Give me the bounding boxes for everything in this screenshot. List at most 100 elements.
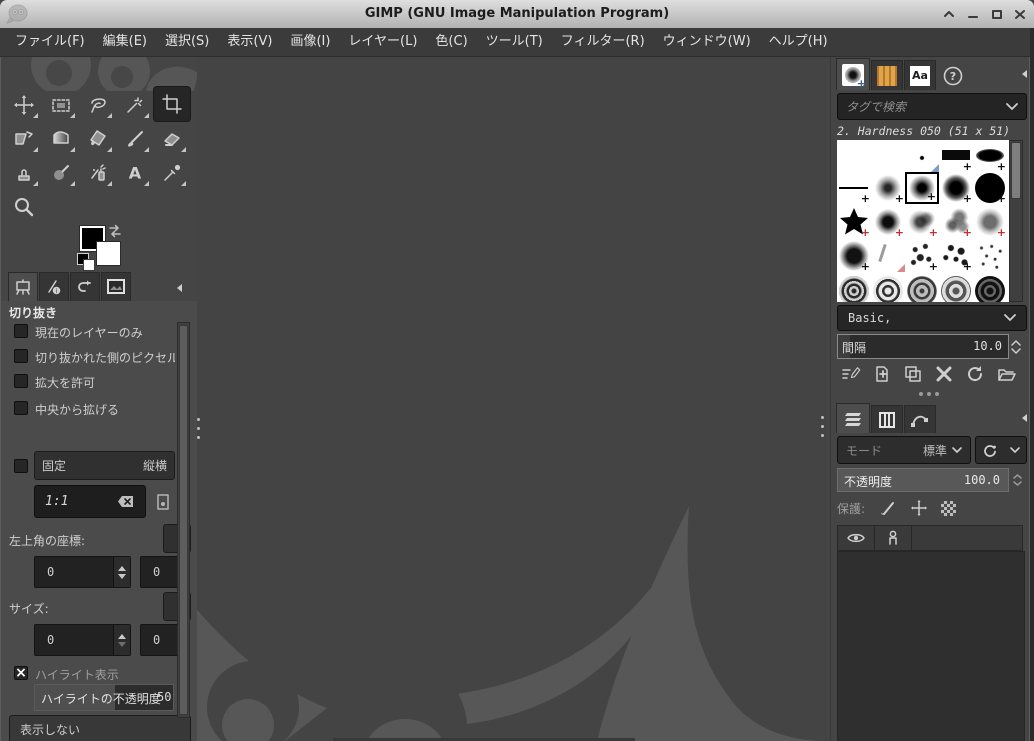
menu-colors[interactable]: 色(C) — [426, 28, 476, 56]
brush-thumbnail[interactable] — [871, 240, 905, 272]
menu-edit[interactable]: 編集(E) — [94, 28, 156, 56]
paintbrush-tool[interactable] — [118, 122, 152, 155]
menu-file[interactable]: ファイル(F) — [6, 28, 94, 56]
position-x-spinner[interactable]: 0 — [34, 556, 131, 588]
left-splitter-handle[interactable] — [197, 418, 200, 421]
free-select-tool[interactable] — [81, 88, 115, 121]
tab-images[interactable] — [101, 272, 131, 301]
clone-tool[interactable] — [7, 156, 41, 189]
brush-thumbnail[interactable]: + — [939, 206, 973, 238]
text-tool[interactable]: A — [118, 156, 152, 189]
opacity-spinner[interactable] — [1011, 468, 1024, 492]
clear-icon[interactable] — [117, 495, 135, 508]
brush-thumbnail[interactable] — [973, 240, 1007, 272]
color-picker-tool[interactable] — [155, 156, 189, 189]
aspect-ratio-input[interactable]: 1:1 — [34, 485, 146, 518]
lock-position-icon[interactable] — [910, 499, 928, 517]
tab-fonts[interactable]: Aa — [904, 60, 936, 90]
tab-device-status[interactable]: i — [39, 272, 69, 301]
brush-thumbnail[interactable] — [905, 274, 939, 302]
layer-list[interactable] — [837, 551, 1025, 741]
visibility-column[interactable] — [838, 526, 875, 550]
brush-thumbnail[interactable]: + — [973, 206, 1007, 238]
transform-tool[interactable] — [7, 122, 41, 155]
menu-tools[interactable]: ツール(T) — [477, 28, 552, 56]
tab-undo-history[interactable] — [70, 272, 100, 301]
title-bar[interactable]: GIMP (GNU Image Manipulation Program) — [0, 0, 1034, 29]
move-tool[interactable] — [7, 88, 41, 121]
fuzzy-select-tool[interactable] — [118, 88, 152, 121]
delete-brush-button[interactable] — [932, 362, 956, 386]
menu-layer[interactable]: レイヤー(L) — [339, 28, 426, 56]
allow-growing-checkbox[interactable] — [14, 374, 28, 388]
brush-spacing-slider[interactable]: 間隔 10.0 — [837, 334, 1009, 359]
portrait-landscape-toggle[interactable] — [152, 490, 174, 514]
airbrush-tool[interactable] — [81, 156, 115, 189]
brush-thumbnail[interactable]: + — [905, 240, 939, 272]
highlight-checkbox[interactable] — [14, 666, 28, 680]
new-brush-button[interactable] — [870, 362, 894, 386]
expand-from-center-checkbox[interactable] — [14, 401, 28, 415]
shade-button[interactable] — [940, 6, 958, 22]
swap-colors-icon[interactable] — [107, 224, 123, 239]
menu-view[interactable]: 表示(V) — [218, 28, 281, 56]
brush-thumbnail[interactable]: + — [939, 240, 973, 272]
background-color-swatch[interactable] — [96, 241, 121, 266]
minimize-button[interactable] — [964, 6, 982, 22]
panel-menu-button[interactable] — [172, 281, 188, 295]
bucket-fill-tool[interactable] — [81, 122, 115, 155]
menu-image[interactable]: 画像(I) — [281, 28, 339, 56]
brush-thumbnail[interactable]: + — [837, 206, 871, 238]
gradient-tool[interactable] — [44, 122, 78, 155]
open-brush-as-image-button[interactable] — [994, 362, 1018, 386]
brush-thumbnail[interactable]: + — [973, 172, 1007, 204]
current-layer-only-checkbox[interactable] — [14, 324, 28, 338]
brush-preset-dropdown[interactable]: Basic, — [837, 305, 1027, 331]
size-width-spinner[interactable]: 0 — [34, 624, 131, 656]
brush-grid[interactable]: + + + + + + + + + + + + + + + — [837, 140, 1009, 302]
tab-channels[interactable] — [871, 405, 903, 433]
brush-thumbnail[interactable]: + — [837, 240, 871, 272]
brush-thumbnail[interactable] — [939, 274, 973, 302]
brush-thumbnail[interactable]: + — [871, 172, 905, 204]
layer-mode-switch-button[interactable] — [975, 436, 1027, 464]
fixed-checkbox[interactable] — [14, 459, 28, 473]
layer-mode-dropdown[interactable]: モード 標準 — [837, 436, 971, 464]
brush-thumbnail[interactable]: + — [939, 172, 973, 204]
tab-help[interactable]: ? — [937, 60, 969, 90]
close-button[interactable] — [1011, 6, 1029, 22]
brush-thumbnail[interactable]: + — [871, 206, 905, 238]
menu-select[interactable]: 選択(S) — [156, 28, 218, 56]
crop-tool[interactable] — [153, 86, 191, 122]
guides-dropdown[interactable]: 表示しない — [9, 715, 191, 741]
tab-patterns[interactable] — [871, 60, 903, 90]
brush-thumbnail[interactable] — [973, 274, 1007, 302]
brush-thumbnail[interactable]: + — [939, 140, 973, 172]
smudge-tool[interactable] — [44, 156, 78, 189]
dock-resize-handle[interactable] — [919, 392, 923, 396]
tab-paths[interactable] — [904, 405, 936, 433]
menu-filters[interactable]: フィルター(R) — [552, 28, 654, 56]
brush-thumbnail[interactable]: + — [837, 172, 871, 204]
menu-help[interactable]: ヘルプ(H) — [760, 28, 837, 56]
spacing-spinner[interactable] — [1009, 334, 1023, 359]
brush-thumbnail[interactable]: + — [905, 206, 939, 238]
tab-tool-options[interactable] — [8, 272, 38, 301]
canvas-area[interactable] — [197, 57, 830, 741]
brush-thumbnail[interactable] — [871, 274, 905, 302]
lock-alpha-icon[interactable] — [941, 500, 957, 516]
menu-windows[interactable]: ウィンドウ(W) — [654, 28, 760, 56]
brush-thumbnail[interactable]: + — [973, 140, 1007, 172]
brush-search-input[interactable]: タグで検索 — [837, 93, 1027, 120]
layer-opacity-slider[interactable]: 不透明度 100.0 — [837, 468, 1009, 492]
delete-cropped-pixels-checkbox[interactable] — [14, 349, 28, 363]
brush-grid-scrollbar[interactable] — [1009, 140, 1023, 302]
eraser-tool[interactable] — [155, 122, 189, 155]
lock-pixels-icon[interactable] — [879, 499, 897, 517]
brush-thumbnail-selected[interactable]: + — [905, 172, 939, 204]
rectangle-select-tool[interactable] — [44, 88, 78, 121]
tab-brushes[interactable]: + — [836, 58, 870, 90]
brush-thumbnail[interactable] — [905, 140, 939, 172]
right-splitter-handle[interactable] — [821, 416, 824, 419]
tab-layers[interactable] — [836, 403, 870, 433]
